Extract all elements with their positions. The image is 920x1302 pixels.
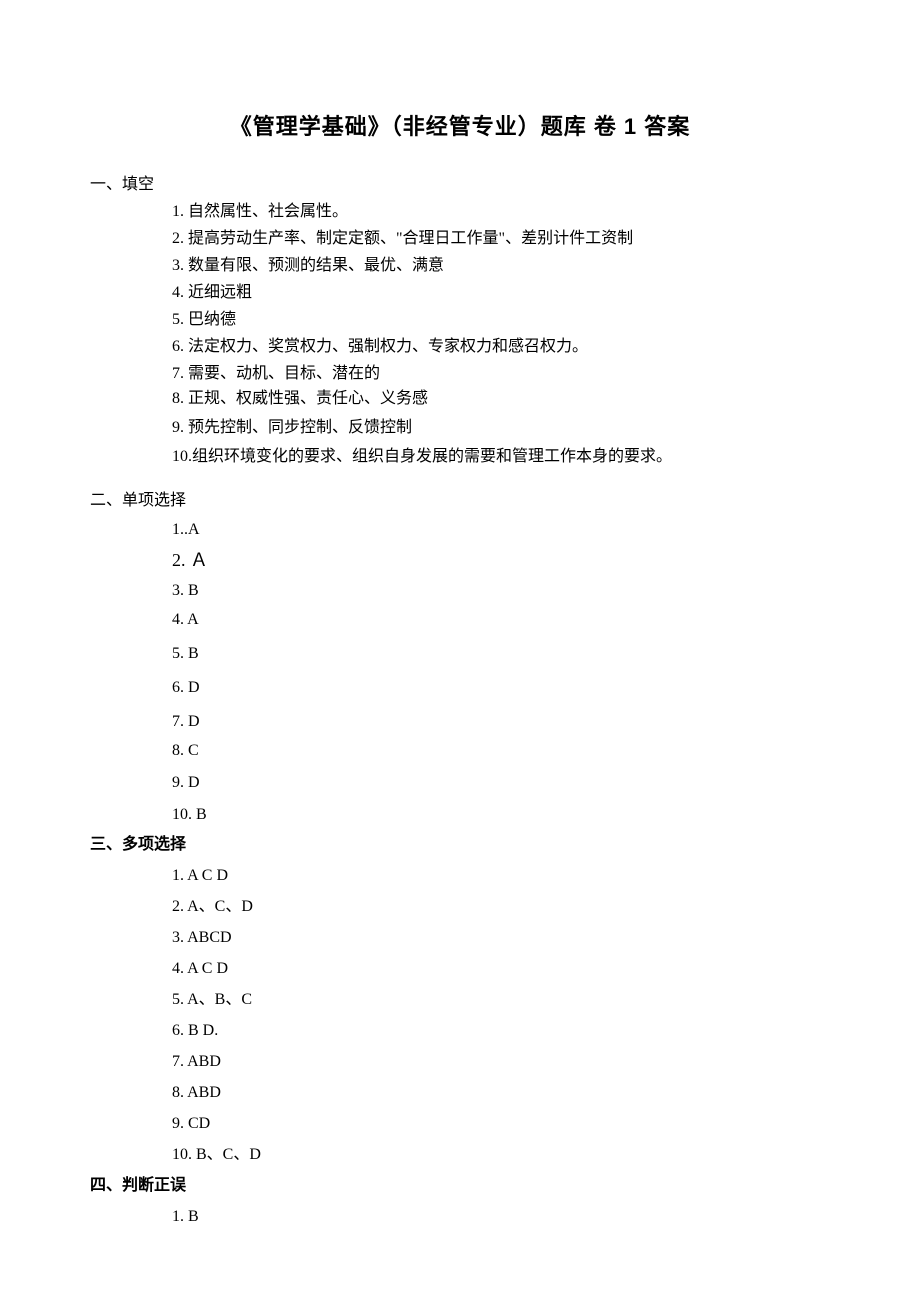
list-item: 8. 正规、权威性强、责任心、义务感 [172, 387, 830, 411]
list-item: 1. 自然属性、社会属性。 [172, 200, 830, 224]
list-item: 8. C [172, 739, 830, 763]
list-item: 10. B、C、D [172, 1143, 830, 1167]
list-item: 10.组织环境变化的要求、组织自身发展的需要和管理工作本身的要求。 [172, 445, 830, 469]
section-1-heading: 一、填空 [90, 173, 830, 197]
list-item: 1. A C D [172, 864, 830, 888]
page-title: 《管理学基础》（非经管专业）题库 卷 1 答案 [90, 110, 830, 143]
section-1-list: 1. 自然属性、社会属性。 2. 提高劳动生产率、制定定额、"合理日工作量"、差… [90, 200, 830, 469]
list-item: 2. Ａ [172, 547, 830, 574]
list-item: 6. 法定权力、奖赏权力、强制权力、专家权力和感召权力。 [172, 335, 830, 359]
list-item: 1..A [172, 518, 830, 542]
list-item: 2. 提高劳动生产率、制定定额、"合理日工作量"、差别计件工资制 [172, 227, 830, 251]
list-item: 3. ABCD [172, 926, 830, 950]
list-item: 2. A、C、D [172, 895, 830, 919]
list-item: 5. A、B、C [172, 988, 830, 1012]
list-item: 8. ABD [172, 1081, 830, 1105]
list-item: 4. A C D [172, 957, 830, 981]
section-4-heading: 四、判断正误 [90, 1174, 830, 1198]
section-3-heading: 三、多项选择 [90, 833, 830, 857]
list-item: 7. D [172, 710, 830, 734]
list-item: 9. CD [172, 1112, 830, 1136]
list-item: 7. ABD [172, 1050, 830, 1074]
section-3-list: 1. A C D 2. A、C、D 3. ABCD 4. A C D 5. A、… [90, 864, 830, 1167]
list-item: 6. B D. [172, 1019, 830, 1043]
section-2-heading: 二、单项选择 [90, 489, 830, 513]
list-item: 6. D [172, 676, 830, 700]
list-item: 7. 需要、动机、目标、潜在的 [172, 362, 830, 386]
list-item: 9. 预先控制、同步控制、反馈控制 [172, 416, 830, 440]
list-item: 10. B [172, 803, 830, 827]
list-item: 9. D [172, 771, 830, 795]
list-item: 4. 近细远粗 [172, 281, 830, 305]
list-item: 3. 数量有限、预测的结果、最优、满意 [172, 254, 830, 278]
list-item: 5. 巴纳德 [172, 308, 830, 332]
list-item: 5. B [172, 642, 830, 666]
list-item: 1. B [172, 1205, 830, 1229]
section-2-list: 1..A 2. Ａ 3. B 4. A 5. B 6. D 7. D 8. C … [90, 518, 830, 827]
section-4-list: 1. B [90, 1205, 830, 1229]
list-item: 4. A [172, 608, 830, 632]
list-item: 3. B [172, 579, 830, 603]
